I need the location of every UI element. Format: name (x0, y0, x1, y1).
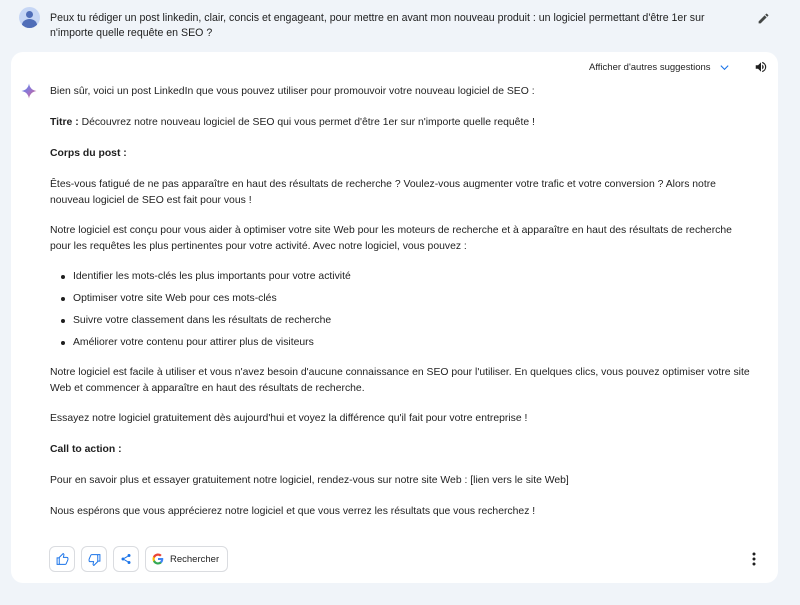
answer-paragraph-3: Notre logiciel est facile à utiliser et … (50, 367, 750, 394)
title-label: Titre : (50, 117, 79, 128)
read-aloud-button[interactable] (752, 58, 770, 76)
answer-intro: Bien sûr, voici un post LinkedIn que vou… (50, 86, 535, 97)
share-button[interactable] (113, 546, 139, 572)
google-search-button[interactable]: Rechercher (145, 546, 229, 572)
edit-prompt-button[interactable] (754, 9, 772, 27)
speaker-icon (755, 61, 767, 73)
google-search-label: Rechercher (170, 553, 220, 565)
response-card: Afficher d'autres suggestions Bien sûr, … (11, 52, 778, 583)
title-text: Découvrez notre nouveau logiciel de SEO … (78, 117, 535, 128)
thumbs-up-icon (56, 552, 68, 565)
pencil-icon (758, 13, 768, 23)
user-prompt-row: Peux tu rédiger un post linkedin, clair,… (0, 0, 800, 46)
answer-paragraph-2: Notre logiciel est conçu pour vous aider… (50, 225, 732, 252)
more-vert-icon (752, 552, 756, 566)
chevron-down-icon (719, 64, 729, 70)
answer-paragraph-5: Pour en savoir plus et essayer gratuitem… (50, 475, 569, 486)
thumbs-down-icon (88, 553, 100, 566)
share-icon (121, 554, 131, 564)
user-prompt-text: Peux tu rédiger un post linkedin, clair,… (50, 12, 705, 39)
cta-heading: Call to action : (50, 444, 122, 455)
thumbs-up-button[interactable] (49, 546, 75, 572)
google-g-icon (152, 553, 164, 565)
thumbs-down-button[interactable] (81, 546, 107, 572)
more-options-button[interactable] (746, 549, 762, 569)
response-actions: Rechercher (49, 546, 229, 572)
user-avatar (19, 7, 40, 28)
show-other-drafts-label: Afficher d'autres suggestions (589, 61, 711, 73)
gemini-sparkle-icon (21, 83, 37, 99)
answer-paragraph-6: Nous espérons que vous apprécierez notre… (50, 506, 536, 517)
answer-paragraph-1: Êtes-vous fatigué de ne pas apparaître e… (50, 179, 716, 206)
answer-paragraph-4: Essayez notre logiciel gratuitement dès … (50, 413, 528, 424)
answer-title-line: Titre : Découvrez notre nouveau logiciel… (50, 115, 750, 131)
body-heading: Corps du post : (50, 148, 127, 159)
show-other-drafts-button[interactable]: Afficher d'autres suggestions (589, 59, 730, 75)
